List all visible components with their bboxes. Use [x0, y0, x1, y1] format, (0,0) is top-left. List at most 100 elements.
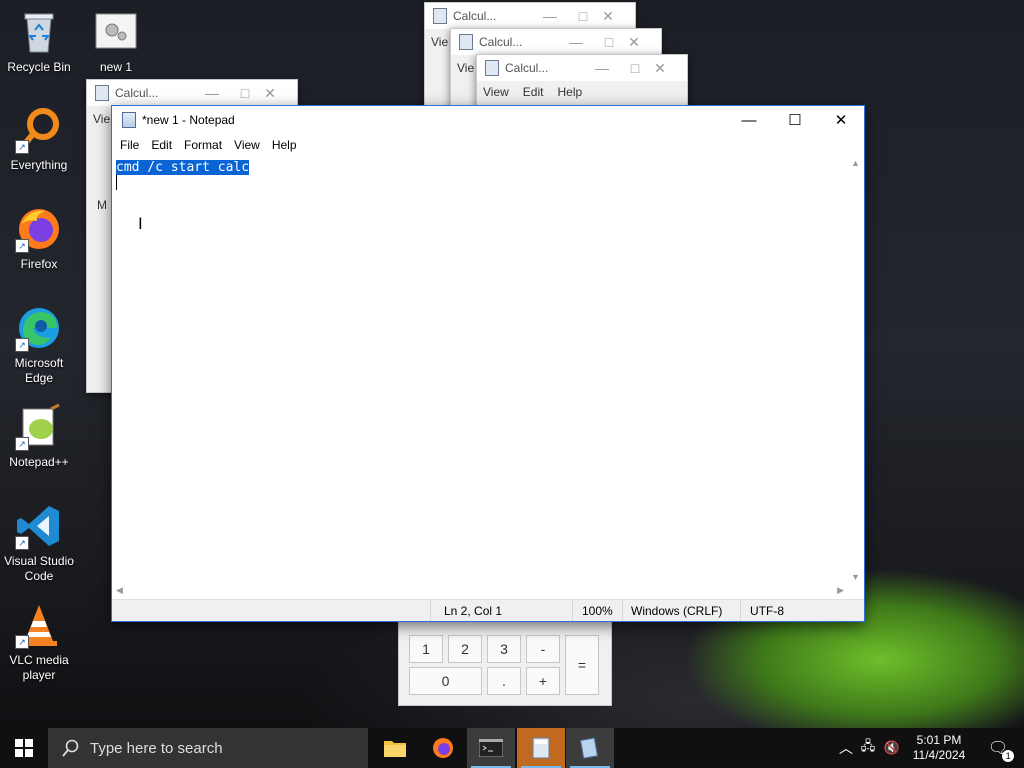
desktop-icon-edge[interactable]: ↗ Microsoft Edge — [1, 304, 77, 386]
recycle-bin-icon — [15, 8, 63, 56]
start-button[interactable] — [0, 728, 48, 768]
calculator-titlebar[interactable]: Calcul... — □ ✕ — [425, 3, 635, 29]
text-editor-area[interactable]: cmd /c start calc I — [112, 156, 848, 584]
calculator-title: Calcul... — [479, 35, 523, 49]
calculator-titlebar[interactable]: Calcul... — □ ✕ — [477, 55, 687, 81]
taskbar-notepad[interactable] — [566, 728, 614, 768]
taskbar-cmd[interactable] — [467, 728, 515, 768]
desktop-icon-everything[interactable]: ↗ Everything — [1, 106, 77, 173]
notepad-window[interactable]: *new 1 - Notepad — ☐ ✕ File Edit Format … — [111, 105, 865, 622]
menu-edit[interactable]: Edit — [145, 138, 178, 152]
status-separator — [572, 600, 573, 621]
vertical-scrollbar[interactable]: ▲ ▼ — [848, 156, 864, 584]
maximize-icon[interactable]: □ — [625, 60, 645, 76]
taskbar-calculator[interactable] — [517, 728, 565, 768]
desktop-icon-firefox[interactable]: ↗ Firefox — [1, 205, 77, 272]
menu-format[interactable]: Format — [178, 138, 228, 152]
taskbar-search-box[interactable]: Type here to search — [48, 728, 368, 768]
taskbar-file-explorer[interactable] — [371, 728, 419, 768]
minimize-icon[interactable]: — — [527, 8, 573, 24]
notepad-titlebar[interactable]: *new 1 - Notepad — ☐ ✕ — [112, 106, 864, 134]
calculator-icon — [433, 8, 447, 24]
scroll-up-icon[interactable]: ▲ — [851, 158, 860, 168]
status-separator — [740, 600, 741, 621]
notepad-icon — [122, 112, 136, 128]
calculator-icon — [95, 85, 109, 101]
calculator-menu-help[interactable]: Help — [557, 85, 582, 99]
desktop-icon-vlc[interactable]: ↗ VLC media player — [1, 601, 77, 683]
scroll-right-icon[interactable]: ▶ — [837, 585, 844, 596]
calc-key-0[interactable]: 0 — [409, 667, 482, 695]
shortcut-arrow-icon: ↗ — [15, 536, 29, 550]
calculator-title: Calcul... — [505, 61, 549, 75]
chevron-up-icon[interactable]: ︿ — [836, 738, 856, 758]
calculator-icon — [459, 34, 473, 50]
maximize-button[interactable]: ☐ — [772, 106, 818, 134]
scroll-left-icon[interactable]: ◀ — [116, 585, 123, 596]
menu-bar: File Edit Format View Help — [112, 134, 864, 156]
minimize-button[interactable]: — — [726, 106, 772, 134]
shortcut-arrow-icon: ↗ — [15, 437, 29, 451]
calc-key-1[interactable]: 1 — [409, 635, 443, 663]
status-position: Ln 2, Col 1 — [444, 604, 503, 618]
desktop-icon-label: Firefox — [20, 257, 58, 271]
calculator-menu-view[interactable]: View — [483, 85, 509, 99]
calc-key-dot[interactable]: . — [487, 667, 521, 695]
clock[interactable]: 5:01 PM 11/4/2024 — [906, 728, 972, 768]
action-center-button[interactable]: 🗨 1 — [978, 728, 1018, 768]
notepadpp-icon: ↗ — [15, 403, 63, 451]
close-icon[interactable]: ✕ — [619, 34, 649, 51]
shortcut-arrow-icon: ↗ — [15, 635, 29, 649]
desktop-icon-label: Microsoft Edge — [14, 356, 64, 385]
calc-key-equals[interactable]: = — [565, 635, 599, 695]
calc-key-minus[interactable]: - — [526, 635, 560, 663]
calc-key-3[interactable]: 3 — [487, 635, 521, 663]
clock-date: 11/4/2024 — [912, 748, 966, 762]
calculator-memory-label[interactable]: M — [97, 198, 107, 212]
calculator-menu-edit[interactable]: Edit — [523, 85, 544, 99]
calculator-titlebar[interactable]: Calcul... — □ ✕ — [87, 80, 297, 106]
minimize-icon[interactable]: — — [553, 34, 599, 50]
minimize-icon[interactable]: — — [189, 85, 235, 101]
desktop-icon-vscode[interactable]: ↗ Visual Studio Code — [1, 502, 77, 584]
calculator-titlebar[interactable]: Calcul... — □ ✕ — [451, 29, 661, 55]
menu-view[interactable]: View — [228, 138, 266, 152]
maximize-icon[interactable]: □ — [599, 34, 619, 50]
status-zoom: 100% — [582, 604, 613, 618]
close-icon[interactable]: ✕ — [593, 8, 623, 25]
notepad-icon — [580, 737, 599, 759]
maximize-icon[interactable]: □ — [235, 85, 255, 101]
calc-key-2[interactable]: 2 — [448, 635, 482, 663]
taskbar-firefox[interactable] — [419, 728, 467, 768]
close-icon[interactable]: ✕ — [645, 60, 675, 77]
desktop-icon-recycle-bin[interactable]: Recycle Bin — [1, 8, 77, 75]
horizontal-scrollbar[interactable]: ◀ ▶ — [112, 584, 848, 598]
text-caret — [116, 175, 117, 190]
shortcut-arrow-icon: ↗ — [15, 140, 29, 154]
system-tray: ︿ 🖧 🔇 — [836, 728, 904, 768]
vscode-icon: ↗ — [15, 502, 63, 550]
windows-logo-icon — [15, 739, 33, 757]
status-encoding: UTF-8 — [750, 604, 784, 618]
menu-file[interactable]: File — [114, 138, 145, 152]
status-bar: Ln 2, Col 1 100% Windows (CRLF) UTF-8 — [112, 599, 864, 621]
close-icon[interactable]: ✕ — [255, 85, 285, 102]
minimize-icon[interactable]: — — [579, 60, 625, 76]
desktop-icon-notepadpp[interactable]: ↗ Notepad++ — [1, 403, 77, 470]
file-gear-icon — [92, 8, 140, 56]
calc-key-plus[interactable]: + — [526, 667, 560, 695]
calculator-title: Calcul... — [453, 9, 497, 23]
volume-muted-icon[interactable]: 🔇 — [880, 740, 904, 756]
shortcut-arrow-icon: ↗ — [15, 338, 29, 352]
network-icon[interactable]: 🖧 — [856, 737, 880, 759]
status-line-ending: Windows (CRLF) — [631, 604, 723, 618]
calculator-icon — [532, 737, 550, 759]
desktop-icon-label: new 1 — [99, 60, 133, 74]
close-button[interactable]: ✕ — [818, 106, 864, 134]
desktop-icon-new1[interactable]: new 1 — [78, 8, 154, 75]
search-icon — [62, 739, 79, 757]
scroll-down-icon[interactable]: ▼ — [851, 572, 860, 582]
menu-help[interactable]: Help — [266, 138, 303, 152]
calculator-icon — [485, 60, 499, 76]
maximize-icon[interactable]: □ — [573, 8, 593, 24]
